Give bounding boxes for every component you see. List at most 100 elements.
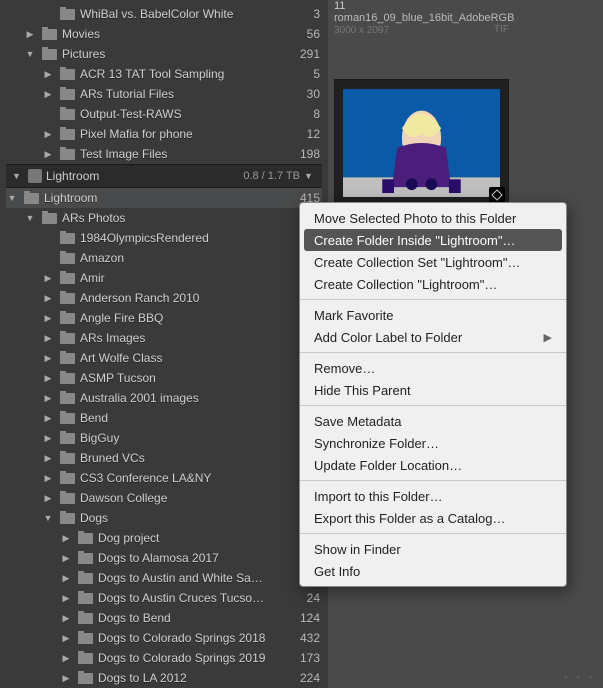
- disclosure-icon[interactable]: ▶: [60, 673, 72, 684]
- folder-row[interactable]: ▶BigGuy8: [6, 428, 322, 448]
- disclosure-icon[interactable]: ▶: [42, 313, 54, 324]
- disclosure-icon[interactable]: ▶: [42, 69, 54, 80]
- folder-icon: [58, 231, 76, 245]
- menu-item[interactable]: Export this Folder as a Catalog…: [300, 507, 566, 529]
- menu-item[interactable]: Add Color Label to Folder▶: [300, 326, 566, 348]
- folder-row[interactable]: ▶Amir1: [6, 268, 322, 288]
- disclosure-icon[interactable]: ▶: [24, 29, 36, 40]
- folder-label: ARs Tutorial Files: [80, 87, 307, 101]
- disclosure-icon[interactable]: ▶: [42, 393, 54, 404]
- menu-item[interactable]: Mark Favorite: [300, 304, 566, 326]
- folder-count: 8: [313, 107, 322, 121]
- thumbnail-image: [343, 88, 500, 198]
- disclosure-icon[interactable]: ▼: [24, 213, 36, 223]
- folder-row[interactable]: ▶ASMP Tucson1: [6, 368, 322, 388]
- disclosure-icon[interactable]: ▶: [42, 149, 54, 160]
- menu-item[interactable]: Update Folder Location…: [300, 454, 566, 476]
- menu-item[interactable]: Save Metadata: [300, 410, 566, 432]
- folder-row[interactable]: ▶Australia 2001 images4: [6, 388, 322, 408]
- disclosure-icon[interactable]: ▼: [12, 171, 24, 181]
- folder-icon: [58, 127, 76, 141]
- menu-separator: [300, 533, 566, 534]
- disclosure-icon[interactable]: ▶: [42, 493, 54, 504]
- folder-row[interactable]: ▶CS3 Conference LA&NY1: [6, 468, 322, 488]
- folder-row[interactable]: ▶Dogs to Colorado Springs 2019173: [6, 648, 322, 668]
- folder-label: Art Wolfe Class: [80, 351, 313, 365]
- disclosure-icon[interactable]: ▶: [60, 533, 72, 544]
- folder-label: Output-Test-RAWS: [80, 107, 313, 121]
- menu-item[interactable]: Remove…: [300, 357, 566, 379]
- folder-row[interactable]: WhiBal vs. BabelColor White3: [6, 4, 322, 24]
- folder-row[interactable]: 1984OlympicsRendered9: [6, 228, 322, 248]
- folder-count: 291: [300, 47, 322, 61]
- disclosure-icon[interactable]: ▶: [42, 293, 54, 304]
- disclosure-icon[interactable]: ▶: [60, 573, 72, 584]
- menu-item[interactable]: Import to this Folder…: [300, 485, 566, 507]
- folder-row[interactable]: ▶Dogs to Alamosa 20172: [6, 548, 322, 568]
- folder-icon: [58, 291, 76, 305]
- folder-row[interactable]: ▶ARs Tutorial Files30: [6, 84, 322, 104]
- menu-item[interactable]: Create Collection Set "Lightroom"…: [300, 251, 566, 273]
- folder-row[interactable]: ▶Anderson Ranch 20104: [6, 288, 322, 308]
- folder-row[interactable]: ▶ARs Images: [6, 328, 322, 348]
- folder-row[interactable]: ▶Dog project: [6, 528, 322, 548]
- disclosure-icon[interactable]: ▼: [6, 193, 18, 203]
- folder-row[interactable]: ▶Movies56: [6, 24, 322, 44]
- menu-item[interactable]: Move Selected Photo to this Folder: [300, 207, 566, 229]
- menu-item[interactable]: Synchronize Folder…: [300, 432, 566, 454]
- menu-item[interactable]: Get Info: [300, 560, 566, 582]
- folder-row[interactable]: Amazon33: [6, 248, 322, 268]
- folder-row[interactable]: ▶ACR 13 TAT Tool Sampling5: [6, 64, 322, 84]
- folder-label: BigGuy: [80, 431, 313, 445]
- disclosure-icon[interactable]: ▶: [42, 453, 54, 464]
- menu-item[interactable]: Show in Finder: [300, 538, 566, 560]
- folder-row[interactable]: ▶Dogs to Bend124: [6, 608, 322, 628]
- thumbnail-cell[interactable]: 11roman16_09_blue_16bit_AdobeRGB3000 x 2…: [334, 0, 509, 207]
- folder-label: Australia 2001 images: [80, 391, 313, 405]
- disclosure-icon[interactable]: ▼: [42, 513, 54, 523]
- disclosure-icon[interactable]: ▶: [42, 353, 54, 364]
- disclosure-icon[interactable]: ▶: [42, 333, 54, 344]
- menu-item-label: Show in Finder: [314, 542, 401, 557]
- folder-row[interactable]: ▶Bruned VCs: [6, 448, 322, 468]
- disclosure-icon[interactable]: ▶: [42, 473, 54, 484]
- drive-row[interactable]: ▼Lightroom0.8 / 1.7 TB▼: [6, 164, 322, 188]
- folder-row[interactable]: ▶Test Image Files198: [6, 144, 322, 164]
- folder-row[interactable]: ▶Dogs to LA 2012224: [6, 668, 322, 688]
- folder-row[interactable]: ▼Lightroom415: [6, 188, 322, 208]
- drive-space: 0.8 / 1.7 TB: [243, 170, 300, 182]
- menu-item-label: Save Metadata: [314, 414, 401, 429]
- folder-row[interactable]: ▶Dawson College: [6, 488, 322, 508]
- folder-row[interactable]: Output-Test-RAWS8: [6, 104, 322, 124]
- folder-row[interactable]: ▶Bend7: [6, 408, 322, 428]
- collapse-icon[interactable]: ▼: [304, 171, 316, 181]
- disclosure-icon[interactable]: ▼: [24, 49, 36, 59]
- menu-separator: [300, 352, 566, 353]
- folder-row[interactable]: ▶Angle Fire BBQ1: [6, 308, 322, 328]
- menu-item[interactable]: Create Collection "Lightroom"…: [300, 273, 566, 295]
- folder-row[interactable]: ▼ARs Photos415: [6, 208, 322, 228]
- disclosure-icon[interactable]: ▶: [60, 613, 72, 624]
- folder-row[interactable]: ▶Dogs to Colorado Springs 2018432: [6, 628, 322, 648]
- disclosure-icon[interactable]: ▶: [60, 553, 72, 564]
- disclosure-icon[interactable]: ▶: [60, 593, 72, 604]
- disclosure-icon[interactable]: ▶: [42, 129, 54, 140]
- pagination-dots[interactable]: · · ·: [563, 668, 593, 684]
- folder-row[interactable]: ▼Pictures291: [6, 44, 322, 64]
- disclosure-icon[interactable]: ▶: [42, 273, 54, 284]
- folder-row[interactable]: ▶Pixel Mafia for phone12: [6, 124, 322, 144]
- disclosure-icon[interactable]: ▶: [60, 653, 72, 664]
- folder-label: ARs Photos: [62, 211, 300, 225]
- folder-row[interactable]: ▶Art Wolfe Class1: [6, 348, 322, 368]
- disclosure-icon[interactable]: ▶: [60, 633, 72, 644]
- disclosure-icon[interactable]: ▶: [42, 433, 54, 444]
- menu-item-label: Import to this Folder…: [314, 489, 443, 504]
- folder-row[interactable]: ▶Dogs to Austin Cruces Tucso…24: [6, 588, 322, 608]
- menu-item[interactable]: Create Folder Inside "Lightroom"…: [304, 229, 562, 251]
- folder-row[interactable]: ▶Dogs to Austin and White Sa…: [6, 568, 322, 588]
- folder-row[interactable]: ▼Dogs107: [6, 508, 322, 528]
- menu-item[interactable]: Hide This Parent: [300, 379, 566, 401]
- disclosure-icon[interactable]: ▶: [42, 89, 54, 100]
- disclosure-icon[interactable]: ▶: [42, 373, 54, 384]
- disclosure-icon[interactable]: ▶: [42, 413, 54, 424]
